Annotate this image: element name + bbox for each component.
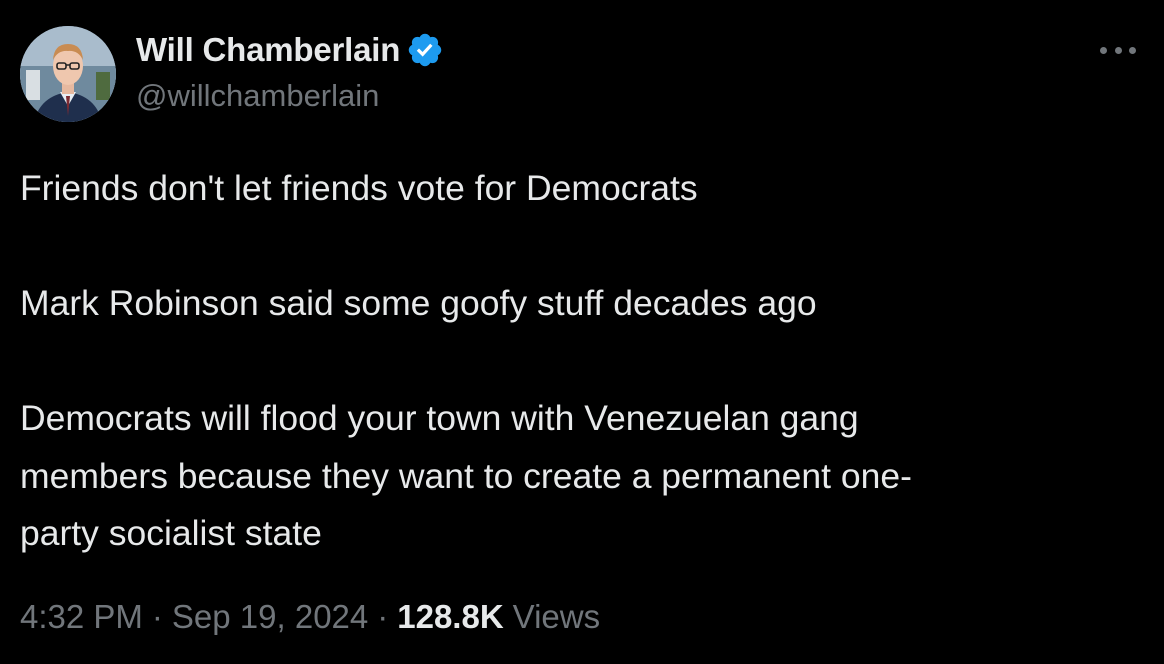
meta-separator: · <box>377 598 389 635</box>
author-display-name[interactable]: Will Chamberlain <box>136 31 400 69</box>
views-count: 128.8K <box>397 598 504 635</box>
verified-badge-icon[interactable] <box>406 31 444 69</box>
tweet-line: Mark Robinson said some goofy stuff deca… <box>20 283 817 323</box>
views-label: Views <box>512 598 601 635</box>
avatar-image <box>20 26 116 122</box>
tweet-line: members because they want to create a pe… <box>20 455 912 496</box>
tweet-text: Friends don't let friends vote for Democ… <box>20 160 1120 563</box>
avatar[interactable] <box>20 26 116 122</box>
tweet-time[interactable]: 4:32 PM <box>20 598 143 636</box>
tweet-meta: 4:32 PM · Sep 19, 2024 · 128.8K Views <box>20 598 600 636</box>
more-dots-icon[interactable] <box>1100 40 1136 60</box>
tweet-line: Democrats will flood your town with Vene… <box>20 398 859 438</box>
tweet-date[interactable]: Sep 19, 2024 <box>172 598 368 636</box>
tweet-line: party socialist state <box>20 513 322 553</box>
tweet: Will Chamberlain @willchamberlain Friend… <box>0 0 1164 664</box>
author-name-row: Will Chamberlain <box>136 30 444 70</box>
meta-separator: · <box>151 598 163 635</box>
author-handle[interactable]: @willchamberlain <box>136 78 379 114</box>
tweet-line: Friends don't let friends vote for Democ… <box>20 168 698 208</box>
more-dot <box>1100 46 1107 54</box>
more-dot <box>1114 46 1122 54</box>
more-dot <box>1129 46 1136 54</box>
